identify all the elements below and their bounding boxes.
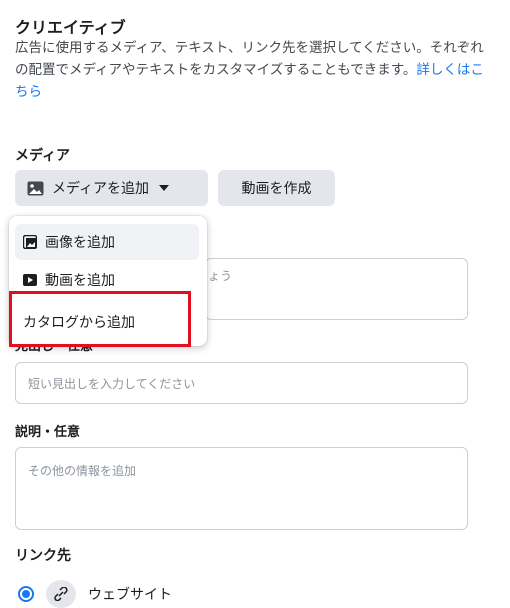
headline-input[interactable]: 短い見出しを入力してください [15, 362, 468, 404]
description-placeholder: その他の情報を追加 [28, 464, 137, 478]
website-option[interactable]: ウェブサイト [18, 580, 172, 608]
description-label: 説明・任意 [15, 425, 81, 440]
add-media-label: メディアを追加 [52, 181, 150, 197]
menu-item-label: 画像を追加 [45, 235, 115, 251]
highlight-box [9, 291, 191, 347]
image-icon [27, 181, 44, 195]
media-section-label: メディア [15, 148, 71, 164]
website-radio[interactable] [18, 586, 34, 602]
create-video-button[interactable]: 動画を作成 [218, 170, 335, 206]
link-icon [46, 580, 76, 608]
video-icon [23, 274, 37, 286]
caret-down-icon [159, 185, 170, 191]
creative-title: クリエイティブ [15, 18, 126, 37]
description-input[interactable]: その他の情報を追加 [15, 447, 468, 530]
image-icon [23, 235, 37, 249]
primary-text-input[interactable]: ょう [205, 258, 468, 320]
headline-placeholder: 短い見出しを入力してください [28, 377, 196, 391]
website-option-label: ウェブサイト [88, 587, 172, 603]
primary-text-placeholder: ょう [208, 269, 233, 283]
creative-description-text: 広告に使用するメディア、テキスト、リンク先を選択してください。それぞれの配置でメ… [15, 40, 484, 78]
menu-item-add-image[interactable]: 画像を追加 [15, 224, 199, 260]
create-video-label: 動画を作成 [241, 181, 312, 197]
menu-item-label: 動画を追加 [45, 273, 115, 289]
destination-label: リンク先 [15, 548, 71, 564]
creative-description: 広告に使用するメディア、テキスト、リンク先を選択してください。それぞれの配置でメ… [15, 37, 485, 103]
add-media-button[interactable]: メディアを追加 [15, 170, 208, 206]
